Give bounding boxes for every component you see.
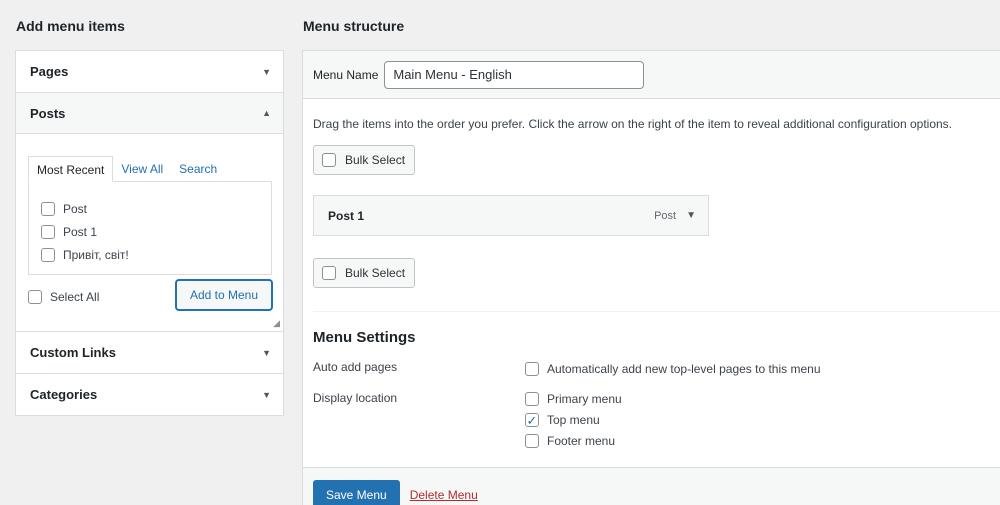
pages-section-toggle[interactable]: Pages ▼ [16, 51, 283, 92]
settings-divider [313, 311, 1000, 312]
post-label: Post [63, 201, 88, 216]
select-all-row[interactable]: Select All [28, 290, 99, 304]
posts-section-content: Most Recent View All Search Post Post 1 … [16, 134, 283, 331]
select-all-label: Select All [50, 290, 100, 304]
footer-menu-label: Footer menu [547, 434, 616, 448]
display-location-label: Display location [313, 391, 398, 405]
pages-section: Pages ▼ [16, 51, 283, 93]
footer-menu-checkbox[interactable] [525, 434, 539, 448]
primary-menu-label: Primary menu [547, 392, 622, 406]
delete-menu-link[interactable]: Delete Menu [410, 488, 478, 502]
custom-links-section: Custom Links ▼ [16, 332, 283, 374]
pages-section-title: Pages [30, 64, 69, 79]
top-menu-checkbox[interactable] [525, 413, 539, 427]
post-checkbox-row[interactable]: Привіт, світ! [41, 243, 259, 266]
posts-tab-panel: Post Post 1 Привіт, світ! [28, 181, 272, 275]
menu-item-post-1[interactable]: Post 1 Post ▼ [313, 195, 709, 236]
location-footer-menu[interactable]: Footer menu [525, 432, 615, 450]
post-checkbox-row[interactable]: Post 1 [41, 220, 259, 243]
chevron-down-icon[interactable]: ▼ [686, 210, 696, 221]
primary-menu-checkbox[interactable] [525, 392, 539, 406]
menu-item-meta: Post ▼ [654, 210, 696, 222]
chevron-down-icon: ▼ [262, 347, 271, 358]
menu-name-input[interactable] [384, 60, 645, 89]
tab-view-all[interactable]: View All [113, 156, 171, 182]
menu-name-label: Menu Name [313, 67, 379, 82]
categories-section-toggle[interactable]: Categories ▼ [16, 374, 283, 415]
menu-item-type: Post [654, 209, 677, 222]
resize-handle-icon[interactable]: ◢ [273, 318, 280, 329]
drag-instructions: Drag the items into the order you prefer… [313, 117, 953, 131]
posts-section-toggle[interactable]: Posts ▲ [16, 93, 283, 134]
post-checkbox-row[interactable]: Post [41, 197, 259, 220]
menu-footer: Save Menu Delete Menu [303, 467, 1000, 505]
bulk-select-button-bottom[interactable]: Bulk Select [313, 258, 415, 288]
custom-links-section-toggle[interactable]: Custom Links ▼ [16, 332, 283, 373]
top-menu-label: Top menu [547, 413, 600, 427]
bulk-select-checkbox[interactable] [322, 266, 336, 280]
select-all-checkbox[interactable] [28, 290, 42, 304]
categories-section-title: Categories [30, 387, 98, 402]
post-label: Post 1 [63, 224, 98, 239]
menu-management-panel: Menu Name Drag the items into the order … [302, 50, 1000, 505]
location-top-menu[interactable]: Top menu [525, 411, 600, 429]
add-menu-items-heading: Add menu items [16, 18, 125, 34]
auto-add-option[interactable]: Automatically add new top-level pages to… [525, 360, 821, 378]
tab-search[interactable]: Search [171, 156, 225, 182]
post-checkbox[interactable] [41, 224, 55, 239]
chevron-down-icon: ▼ [262, 389, 271, 400]
posts-section: Posts ▲ Most Recent View All Search Post… [16, 93, 283, 332]
location-primary-menu[interactable]: Primary menu [525, 390, 622, 408]
post-label: Привіт, світ! [63, 247, 129, 262]
posts-section-title: Posts [30, 105, 66, 121]
save-menu-button[interactable]: Save Menu [313, 479, 400, 505]
menu-header: Menu Name [303, 51, 1000, 99]
custom-links-section-title: Custom Links [30, 345, 116, 360]
bulk-select-button-top[interactable]: Bulk Select [313, 145, 415, 175]
auto-add-option-label: Automatically add new top-level pages to… [547, 362, 821, 376]
auto-add-checkbox[interactable] [525, 362, 539, 376]
add-to-menu-button[interactable]: Add to Menu [176, 280, 272, 310]
menu-item-title: Post 1 [328, 208, 365, 223]
post-checkbox[interactable] [41, 247, 55, 262]
menu-structure-heading: Menu structure [303, 18, 405, 34]
bulk-select-label: Bulk Select [345, 153, 406, 167]
categories-section: Categories ▼ [16, 374, 283, 415]
bulk-select-label: Bulk Select [345, 266, 406, 280]
menu-settings-title: Menu Settings [313, 329, 416, 346]
auto-add-pages-label: Auto add pages [313, 360, 398, 374]
posts-tabs: Most Recent View All Search [28, 156, 225, 182]
add-menu-items-accordion: Pages ▼ Posts ▲ Most Recent View All Sea… [15, 50, 284, 416]
tab-most-recent[interactable]: Most Recent [28, 156, 114, 182]
chevron-up-icon: ▲ [262, 108, 271, 118]
bulk-select-checkbox[interactable] [322, 153, 336, 167]
post-checkbox[interactable] [41, 201, 55, 216]
chevron-down-icon: ▼ [262, 66, 271, 77]
